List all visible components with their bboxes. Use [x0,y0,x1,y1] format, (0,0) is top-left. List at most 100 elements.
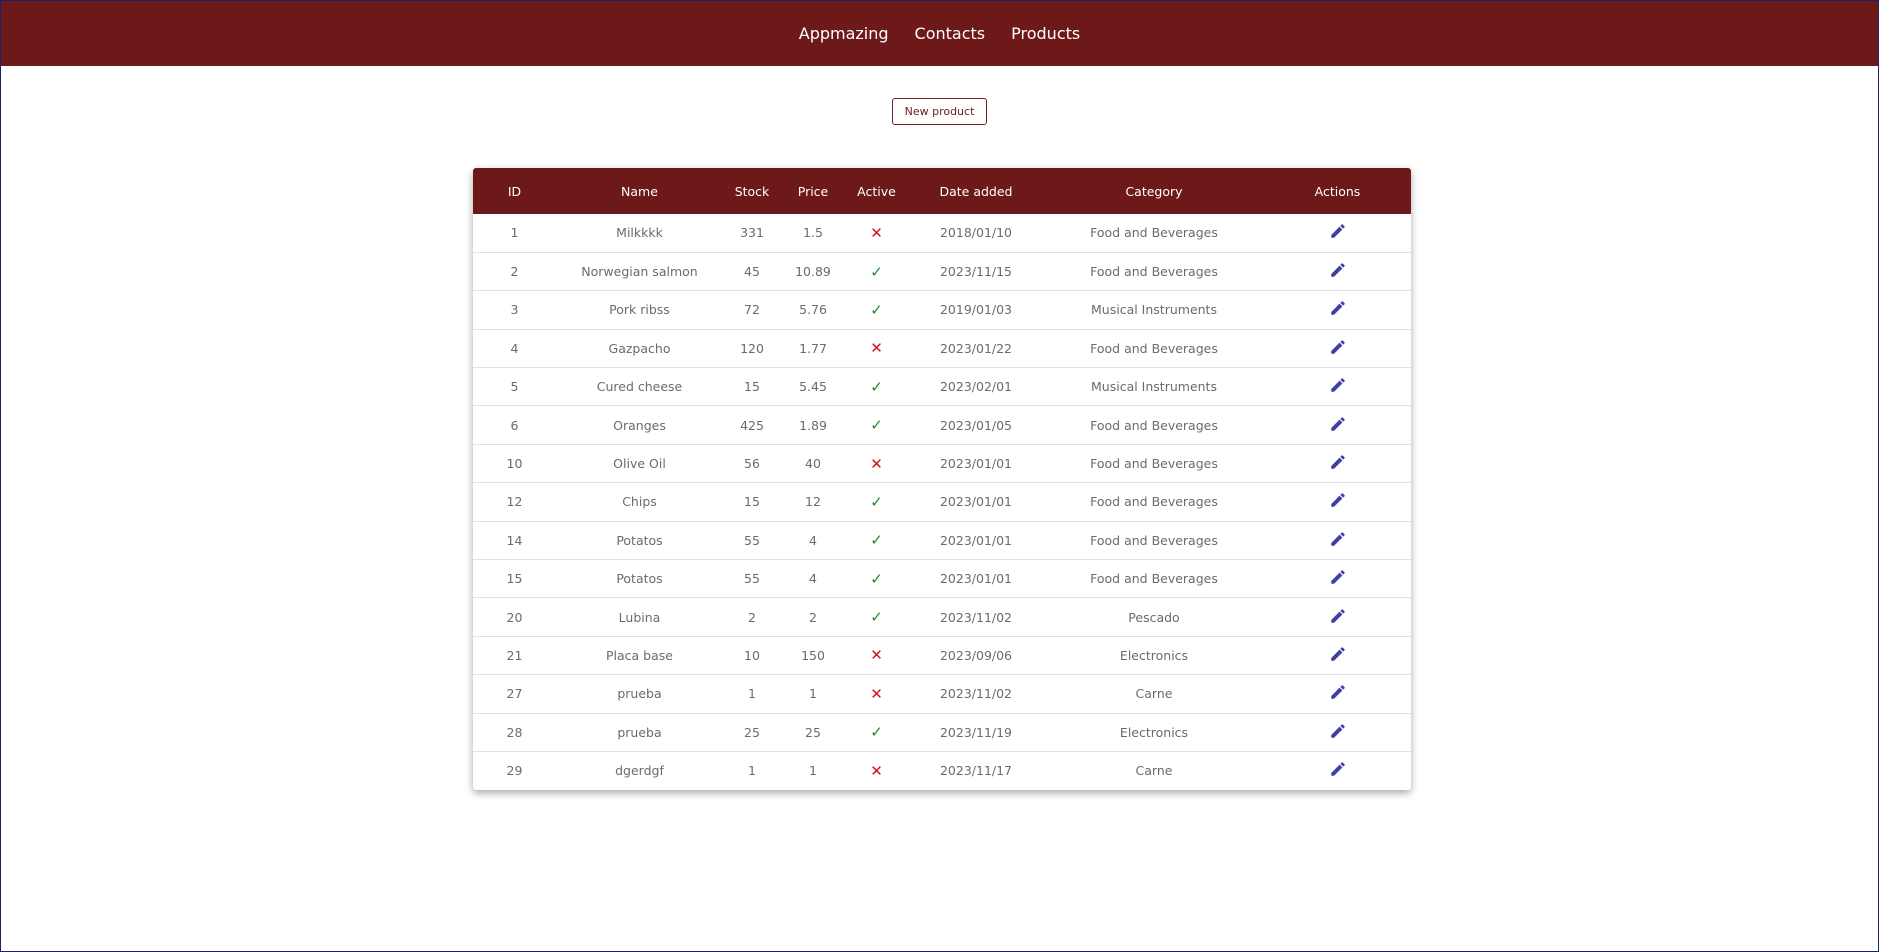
cell-category: Food and Beverages [1090,494,1218,510]
cell-price: 150 [801,647,825,663]
cell-category: Electronics [1119,724,1189,740]
cell-name: Potatos [616,571,663,587]
table-row: 2 Norwegian salmon 45 10.89 ✓ 2023/11/15 Food … [473,252,1411,290]
cell-price: 1.77 [799,340,827,356]
cell-price: 25 [805,724,821,740]
cell-category: Pescado [1128,609,1180,625]
edit-pencil-icon[interactable] [1329,299,1347,317]
cell-stock: 56 [744,456,760,472]
table-row: 29 dgerdgf 1 1 ✕ 2023/11/17 Carne [473,751,1411,789]
cell-category: Food and Beverages [1090,456,1218,472]
cell-id: 5 [510,379,519,395]
cell-actions [1264,214,1411,252]
cell-actions [1264,675,1411,713]
nav-link-appmazing[interactable]: Appmazing [799,24,889,43]
edit-pencil-icon[interactable] [1329,530,1347,548]
nav-link-products[interactable]: Products [1011,24,1080,43]
check-icon: ✓ [870,492,883,511]
cell-date-added: 2023/02/01 [939,379,1013,395]
edit-pencil-icon[interactable] [1329,415,1347,433]
table-header-row: ID Name Stock Price Active Date added Ca… [473,168,1411,214]
edit-pencil-icon[interactable] [1329,645,1347,663]
edit-pencil-icon[interactable] [1329,568,1347,586]
cell-price: 1 [809,686,817,702]
table-row: 4 Gazpacho 120 1.77 ✕ 2023/01/22 Food and Beve… [473,329,1411,367]
cell-id: 14 [506,532,523,548]
cell-id: 28 [506,724,523,740]
cell-price: 1.89 [799,417,827,433]
cell-name: Potatos [616,532,663,548]
cell-price: 10.89 [795,264,831,280]
column-header-price[interactable]: Price [781,168,845,214]
cell-active: ✓ [845,713,908,751]
cell-id: 4 [510,340,519,356]
cell-category: Food and Beverages [1090,571,1218,587]
cell-active: ✓ [845,368,908,406]
column-header-name[interactable]: Name [556,168,723,214]
cell-stock: 1 [748,686,756,702]
cell-date-added: 2023/01/22 [939,340,1013,356]
edit-pencil-icon[interactable] [1329,491,1347,509]
cell-date-added: 2023/11/02 [939,609,1013,625]
cell-stock: 1 [748,763,756,779]
column-header-category[interactable]: Category [1044,168,1264,214]
edit-pencil-icon[interactable] [1329,453,1347,471]
cell-category: Electronics [1119,647,1189,663]
cell-id: 3 [510,302,519,318]
cell-actions [1264,406,1411,444]
cell-date-added: 2023/11/19 [939,724,1013,740]
cell-stock: 2 [748,609,756,625]
cell-name: prueba [617,686,662,702]
cell-stock: 55 [744,532,760,548]
edit-pencil-icon[interactable] [1329,261,1347,279]
cell-date-added: 2023/01/05 [939,417,1013,433]
cell-stock: 331 [740,225,764,241]
cell-active: ✓ [845,598,908,636]
cell-stock: 15 [744,494,760,510]
edit-pencil-icon[interactable] [1329,222,1347,240]
cell-id: 20 [506,609,523,625]
cell-active: ✓ [845,252,908,290]
column-header-date-added[interactable]: Date added [908,168,1044,214]
table-row: 28 prueba 25 25 ✓ 2023/11/19 Electronics [473,713,1411,751]
edit-pencil-icon[interactable] [1329,338,1347,356]
check-icon: ✓ [870,531,883,550]
cell-actions [1264,444,1411,482]
cell-stock: 15 [744,379,760,395]
column-header-active[interactable]: Active [845,168,908,214]
column-header-id[interactable]: ID [473,168,556,214]
cell-price: 1.5 [803,225,823,241]
table-row: 10 Olive Oil 56 40 ✕ 2023/01/01 Food and Bever… [473,444,1411,482]
cell-id: 1 [510,225,519,241]
new-product-button[interactable]: New product [891,98,988,125]
cell-name: Oranges [613,417,666,433]
cell-date-added: 2023/11/17 [939,763,1013,779]
cell-name: Olive Oil [613,456,666,472]
cell-date-added: 2023/01/01 [939,456,1013,472]
edit-pencil-icon[interactable] [1329,722,1347,740]
cell-name: Milkkkk [616,225,663,241]
cross-icon: ✕ [870,761,883,780]
cell-active: ✕ [845,751,908,789]
cell-date-added: 2023/01/01 [939,494,1013,510]
cell-price: 5.76 [799,302,827,318]
cell-date-added: 2019/01/03 [939,302,1013,318]
cell-price: 2 [809,609,817,625]
cell-actions [1264,252,1411,290]
cell-active: ✕ [845,636,908,674]
edit-pencil-icon[interactable] [1329,683,1347,701]
cell-active: ✕ [845,329,908,367]
cell-price: 1 [809,763,817,779]
cell-category: Food and Beverages [1090,340,1218,356]
column-header-stock[interactable]: Stock [723,168,781,214]
table-row: 27 prueba 1 1 ✕ 2023/11/02 Carne [473,674,1411,713]
edit-pencil-icon[interactable] [1329,376,1347,394]
edit-pencil-icon[interactable] [1329,607,1347,625]
edit-pencil-icon[interactable] [1329,760,1347,778]
check-icon: ✓ [870,569,883,588]
cell-active: ✓ [845,406,908,444]
nav-link-contacts[interactable]: Contacts [915,24,986,43]
table-row: 21 Placa base 10 150 ✕ 2023/09/06 Electronics [473,636,1411,674]
cell-category: Food and Beverages [1090,417,1218,433]
cell-category: Food and Beverages [1090,532,1218,548]
